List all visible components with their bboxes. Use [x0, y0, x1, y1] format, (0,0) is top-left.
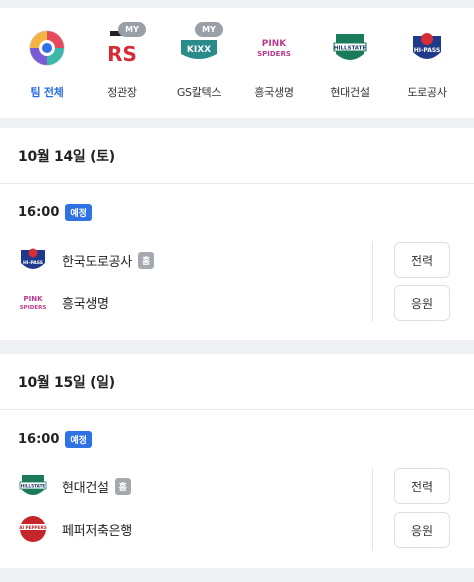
match-time-row: 16:00 예정 — [18, 431, 92, 448]
hipass-logo-icon: HI-PASS — [413, 33, 441, 59]
home-badge: 홈 — [137, 251, 155, 269]
away-team-name: 흥국생명 — [62, 296, 109, 312]
team-filter-label: 현대건설 — [330, 86, 370, 99]
away-team-row: AI PEPPERS 페퍼저축은행 — [18, 514, 132, 544]
svg-text:AI PEPPERS: AI PEPPERS — [19, 525, 46, 530]
home-team-row: HI-PASS 한국도로공사 홈 — [18, 245, 155, 275]
pink-spiders-logo-icon: PINK SPIDERS — [20, 295, 47, 311]
my-team-badge: MY — [195, 22, 223, 37]
team-filter-heungkuk[interactable]: PINK SPIDERS 흥국생명 — [244, 28, 304, 100]
svg-text:HI-PASS: HI-PASS — [23, 260, 43, 266]
hillstate-logo-icon: HILLSTATE — [19, 475, 47, 495]
team-filter-all[interactable]: 팀 전체 — [17, 28, 77, 100]
svg-text:RS: RS — [107, 42, 137, 66]
divider — [372, 468, 373, 550]
away-team-row: PINK SPIDERS 흥국생명 — [18, 287, 109, 317]
svg-text:HI-PASS: HI-PASS — [414, 47, 441, 54]
top-spacer — [0, 0, 474, 8]
schedule-date: 10월 14일 (토) — [0, 128, 474, 184]
cheer-button[interactable]: 응원 — [394, 285, 450, 321]
team-filter-label: 도로공사 — [407, 86, 447, 99]
cheer-button[interactable]: 응원 — [394, 512, 450, 548]
league-volleyball-icon — [29, 30, 65, 66]
svg-text:PINK: PINK — [262, 39, 287, 49]
home-team-name: 현대건설 — [62, 480, 109, 496]
svg-text:KIXX: KIXX — [187, 45, 211, 55]
match-status-badge: 예정 — [65, 204, 92, 221]
hipass-logo-icon: HI-PASS — [21, 248, 45, 269]
analysis-button[interactable]: 전력 — [394, 468, 450, 504]
match-time: 16:00 — [18, 205, 60, 220]
svg-text:PINK: PINK — [23, 295, 43, 303]
divider — [372, 242, 373, 322]
svg-text:SPIDERS: SPIDERS — [257, 50, 291, 58]
my-team-badge: MY — [118, 22, 146, 37]
team-filter-gs-caltex[interactable]: KIXX MY GS칼텍스 — [169, 22, 229, 100]
schedule-day-section: 10월 15일 (일) 16:00 예정 HILLSTATE 현대건설 홈 AI… — [0, 354, 474, 568]
svg-text:HILLSTATE: HILLSTATE — [21, 484, 46, 489]
pink-spiders-logo-icon: PINK SPIDERS — [257, 39, 291, 58]
match-time: 16:00 — [18, 432, 60, 447]
away-team-name: 페퍼저축은행 — [62, 523, 132, 539]
ai-peppers-logo-icon: AI PEPPERS — [19, 516, 47, 542]
analysis-button[interactable]: 전력 — [394, 242, 450, 278]
team-filter-jungkwanjang[interactable]: RS MY 정관장 — [92, 22, 152, 100]
match-time-row: 16:00 예정 — [18, 204, 92, 221]
home-badge: 홈 — [114, 477, 131, 495]
hillstate-logo-icon: HILLSTATE — [333, 34, 367, 60]
svg-text:HILLSTATE: HILLSTATE — [334, 46, 367, 52]
home-team-row: HILLSTATE 현대건설 홈 — [18, 471, 131, 501]
team-filter-expressway[interactable]: HI-PASS 도로공사 — [397, 28, 457, 100]
schedule-day-section: 10월 14일 (토) 16:00 예정 HI-PASS 한국도로공사 홈 PI… — [0, 128, 474, 340]
schedule-date: 10월 15일 (일) — [0, 354, 474, 410]
team-filter-bar: 팀 전체 RS MY 정관장 KIXX MY GS칼텍스 PINK SPIDER… — [0, 8, 474, 118]
svg-text:SPIDERS: SPIDERS — [20, 305, 47, 311]
team-filter-label: 팀 전체 — [30, 86, 64, 99]
team-filter-label: 정관장 — [107, 86, 137, 99]
team-filter-label: GS칼텍스 — [176, 86, 222, 99]
team-filter-hyundai[interactable]: HILLSTATE 현대건설 — [320, 28, 380, 100]
home-team-name: 한국도로공사 — [62, 254, 132, 270]
match-status-badge: 예정 — [65, 431, 92, 448]
team-filter-label: 흥국생명 — [254, 86, 294, 99]
